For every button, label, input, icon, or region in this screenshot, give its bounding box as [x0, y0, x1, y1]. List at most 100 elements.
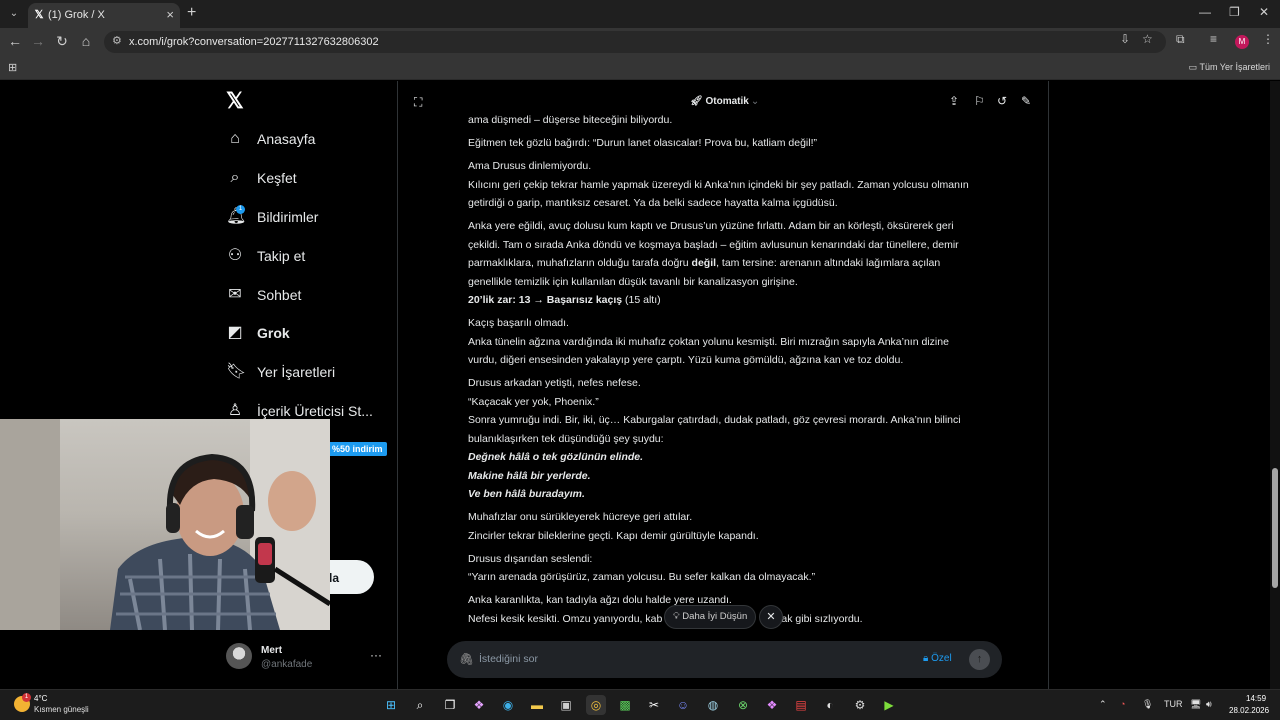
- share-icon[interactable]: ⇪: [949, 94, 959, 108]
- prompt-placeholder[interactable]: İstediğini sor: [479, 653, 538, 665]
- rocket-icon: 🚀︎: [690, 96, 703, 107]
- response-paragraph: Drusus dışarıdan seslendi: “Yarın arenad…: [468, 552, 816, 584]
- extensions-icon[interactable]: ⧉: [1176, 32, 1185, 47]
- app-icon[interactable]: ◍: [703, 695, 723, 715]
- history-icon[interactable]: ↺: [997, 94, 1007, 108]
- search-icon: ⌕: [230, 169, 240, 186]
- all-bookmarks-folder[interactable]: ▭ Tüm Yer İşaretleri: [1189, 62, 1270, 73]
- close-icon[interactable]: ✕: [759, 605, 783, 629]
- restore-icon[interactable]: ❐: [1229, 5, 1240, 19]
- tab-close-icon[interactable]: ×: [166, 7, 174, 22]
- creator-studio-icon: ♙: [227, 402, 243, 419]
- tab-search-icon[interactable]: ⌄: [5, 5, 23, 23]
- tab-title: (1) Grok / X: [48, 9, 105, 21]
- task-view-icon[interactable]: ❐: [440, 695, 460, 715]
- copilot-icon[interactable]: ❖: [469, 695, 489, 715]
- clock-time[interactable]: 14:59: [1246, 694, 1266, 703]
- bookmarks-bar: ⊞ ▭ Tüm Yer İşaretleri: [0, 56, 1280, 80]
- file-explorer-icon[interactable]: ▬: [527, 695, 547, 715]
- avatar: [226, 643, 252, 669]
- install-app-icon[interactable]: ⇩: [1120, 32, 1130, 46]
- tray-overflow-icon[interactable]: ⌃: [1099, 699, 1107, 710]
- sidebar-item-chat[interactable]: ✉ Sohbet: [226, 283, 301, 307]
- sidebar-item-label: Bildirimler: [257, 209, 319, 225]
- account-handle: @ankafade: [261, 659, 313, 670]
- minimize-icon[interactable]: —: [1199, 5, 1211, 19]
- expand-icon[interactable]: ⛶: [414, 95, 422, 110]
- promo-badge[interactable]: %50 indirim: [328, 442, 387, 456]
- browser-menu-icon[interactable]: ⋮: [1262, 32, 1274, 46]
- app-icon[interactable]: ◐: [820, 695, 840, 715]
- bell-icon: 🔔︎ 1: [226, 205, 247, 225]
- bookmark-star-icon[interactable]: ☆: [1142, 32, 1153, 46]
- steam-icon[interactable]: ⚙: [850, 695, 870, 715]
- model-selector[interactable]: 🚀︎ Otomatik ⌄: [690, 96, 759, 107]
- tray-app-icon[interactable]: ◔: [1120, 699, 1125, 709]
- sidebar-item-follow[interactable]: ⚇ Takip et: [226, 244, 305, 268]
- sidebar-item-label: Keşfet: [257, 170, 297, 186]
- store-icon[interactable]: ▣: [556, 695, 576, 715]
- url-field[interactable]: ⚙ x.com/i/grok?conversation=202771132763…: [104, 31, 1166, 53]
- capcut-icon[interactable]: ✂: [644, 695, 664, 715]
- bookmark-icon: 🔖︎: [226, 363, 247, 380]
- model-label: Otomatik: [705, 96, 749, 107]
- mic-icon[interactable]: 🎙︎: [1142, 699, 1153, 710]
- home-icon: ⌂: [230, 130, 240, 147]
- app-icon[interactable]: ❖: [762, 695, 782, 715]
- weather-badge: 1: [22, 693, 31, 702]
- reload-icon[interactable]: ↻: [53, 33, 71, 50]
- network-icon[interactable]: 🖥︎: [1190, 699, 1201, 710]
- sidebar-item-label: Yer İşaretleri: [257, 364, 336, 380]
- browser-tab[interactable]: 𝕏 (1) Grok / X ×: [28, 3, 180, 28]
- think-better-button[interactable]: 💡︎ Daha İyi Düşün: [664, 605, 757, 629]
- volume-icon[interactable]: 🔊︎: [1206, 699, 1212, 710]
- grok-response: ama düşmedi – düşerse biteceğini biliyor…: [468, 111, 983, 633]
- back-icon[interactable]: ←: [6, 33, 24, 49]
- grok-topbar: ⛶ 🚀︎ Otomatik ⌄ ⇪ ⚐ ↺ ✎: [398, 81, 1050, 113]
- sidebar-item-home[interactable]: ⌂ Anasayfa: [226, 127, 315, 151]
- sidebar-item-bookmarks[interactable]: 🔖︎ Yer İşaretleri: [226, 360, 335, 384]
- app-icon[interactable]: ▤: [791, 695, 811, 715]
- xbox-icon[interactable]: ⊗: [733, 695, 753, 715]
- chrome-icon[interactable]: ◎: [586, 695, 606, 715]
- page-scrollbar[interactable]: [1270, 81, 1280, 689]
- send-icon[interactable]: ↑: [969, 649, 990, 670]
- follow-icon: ⚇: [227, 247, 243, 264]
- sidebar-item-explore[interactable]: ⌕ Keşfet: [226, 166, 297, 190]
- x-logo-icon[interactable]: 𝕏: [226, 88, 244, 114]
- private-mode-toggle[interactable]: 🔒︎ Özel: [923, 653, 952, 664]
- window-close-icon[interactable]: ✕: [1259, 5, 1269, 19]
- sidebar-item-notifications[interactable]: 🔔︎ 1 Bildirimler: [226, 205, 318, 229]
- prompt-input-bar[interactable]: 🖇︎ İstediğini sor 🔒︎ Özel ↑: [447, 641, 1002, 678]
- taskbar: 1 4°C Kısmen güneşli ⊞ ⌕ ❐ ❖ ◉ ▬ ▣ ◎ ▩ ✂…: [0, 689, 1280, 720]
- profile-avatar[interactable]: M: [1235, 35, 1249, 49]
- apps-grid-icon[interactable]: ⊞: [8, 61, 17, 74]
- new-chat-icon[interactable]: ✎: [1021, 94, 1031, 108]
- account-switcher[interactable]: Mert @ankafade ···: [226, 641, 386, 675]
- scrollbar-thumb[interactable]: [1272, 468, 1278, 588]
- weather-description: Kısmen güneşli: [34, 705, 89, 714]
- new-tab-icon[interactable]: +: [187, 4, 196, 22]
- clock-date[interactable]: 28.02.2026: [1229, 706, 1269, 715]
- home-page-icon[interactable]: ⌂: [77, 33, 95, 49]
- search-icon[interactable]: ⌕: [410, 695, 430, 715]
- app-icon[interactable]: ▶: [879, 695, 899, 715]
- site-info-icon[interactable]: ⚙: [112, 34, 122, 47]
- response-paragraph: Ama Drusus dinlemiyordu. Kılıcını geri ç…: [468, 160, 969, 209]
- sidebar-item-label: Sohbet: [257, 287, 302, 303]
- discord-icon[interactable]: ☺: [673, 695, 693, 715]
- edge-icon[interactable]: ◉: [498, 695, 518, 715]
- weather-temperature: 4°C: [34, 694, 48, 703]
- more-icon[interactable]: ···: [370, 648, 382, 662]
- attach-icon[interactable]: 🖇︎: [459, 652, 474, 666]
- language-indicator[interactable]: TUR: [1164, 699, 1183, 709]
- minecraft-icon[interactable]: ▩: [615, 695, 635, 715]
- start-menu-icon[interactable]: ⊞: [381, 695, 401, 715]
- x-favicon-icon: 𝕏: [34, 9, 44, 21]
- think-better-label: Daha İyi Düşün: [682, 611, 748, 622]
- sidebar-item-grok[interactable]: ◩ Grok: [226, 321, 289, 345]
- bookmark-icon[interactable]: ⚐: [974, 94, 985, 108]
- media-controls-icon[interactable]: ≡: [1210, 32, 1217, 46]
- forward-icon[interactable]: →: [29, 33, 47, 49]
- response-paragraph: Eğitmen tek gözlü bağırdı: “Durun lanet …: [468, 137, 818, 149]
